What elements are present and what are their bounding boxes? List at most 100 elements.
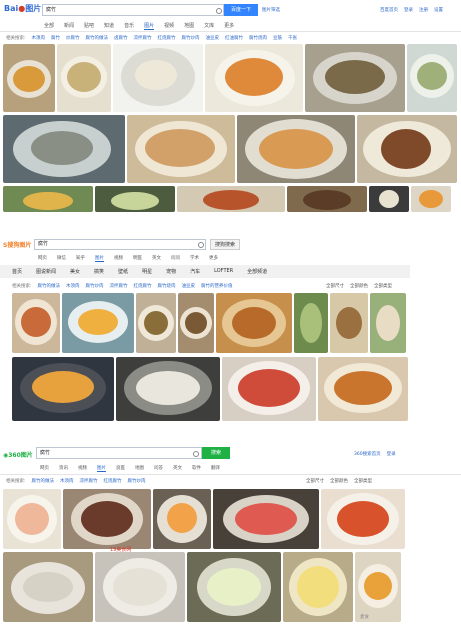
tab[interactable]: 全部: [44, 22, 54, 30]
tab[interactable]: 音乐: [124, 22, 134, 30]
camera-icon[interactable]: [198, 242, 204, 248]
image-result[interactable]: [113, 44, 203, 112]
tab[interactable]: 视频: [164, 22, 174, 30]
image-result[interactable]: [12, 357, 114, 421]
tab[interactable]: 更多: [224, 22, 234, 30]
category[interactable]: 汽车: [190, 268, 200, 275]
image-result[interactable]: [237, 115, 355, 183]
baidu-logo[interactable]: Bai●图片: [4, 3, 41, 14]
tab-images[interactable]: 图片: [95, 255, 104, 262]
category[interactable]: 宠物: [166, 268, 176, 275]
image-result[interactable]: [3, 552, 93, 622]
filter-dropdown[interactable]: 全部类型: [354, 478, 372, 484]
image-result[interactable]: [127, 115, 235, 183]
so360-logo[interactable]: ◉360图片: [3, 450, 33, 459]
tab[interactable]: 网页: [38, 255, 47, 262]
image-result[interactable]: [369, 186, 409, 212]
image-result[interactable]: [213, 489, 319, 549]
related-chip[interactable]: 木须肉: [60, 478, 74, 484]
tab[interactable]: 知乎: [76, 255, 85, 262]
so360-search-input[interactable]: 腐竹: [36, 447, 202, 459]
top-link[interactable]: 百度首页: [380, 7, 398, 13]
tab[interactable]: 明医: [133, 255, 142, 262]
category[interactable]: LOFTER: [214, 268, 233, 275]
image-result[interactable]: [287, 186, 367, 212]
image-result[interactable]: [222, 357, 316, 421]
related-chip[interactable]: 凉拌腐竹: [110, 283, 128, 289]
image-result[interactable]: [357, 115, 457, 183]
so360-search-button[interactable]: 搜索: [202, 447, 230, 459]
image-result[interactable]: [411, 186, 451, 212]
image-result[interactable]: [136, 293, 176, 353]
filter-dropdown[interactable]: 全部类型: [374, 283, 392, 289]
image-result[interactable]: [62, 293, 134, 353]
image-result[interactable]: [116, 357, 220, 421]
tab[interactable]: 视频: [78, 465, 87, 472]
related-chip[interactable]: 腐竹的做法: [38, 283, 61, 289]
sogou-search-input[interactable]: 腐竹: [34, 239, 206, 250]
tab[interactable]: 英文: [152, 255, 161, 262]
related-chip[interactable]: 腐竹的做法: [32, 478, 55, 484]
image-result[interactable]: [153, 489, 211, 549]
category[interactable]: 搞笑: [94, 268, 104, 275]
camera-icon[interactable]: [216, 8, 222, 14]
related-chip[interactable]: 炒腐竹: [66, 35, 80, 41]
related-chip[interactable]: 腐竹烧肉: [249, 35, 267, 41]
related-chip[interactable]: 凉拌腐竹: [134, 35, 152, 41]
top-link[interactable]: 登录: [387, 451, 396, 457]
category[interactable]: 壁纸: [118, 268, 128, 275]
related-chip[interactable]: 腐竹炒肉: [182, 35, 200, 41]
image-result[interactable]: [355, 552, 401, 622]
image-result[interactable]: [57, 44, 111, 112]
tab[interactable]: 视频: [114, 255, 123, 262]
tab[interactable]: 更多: [209, 255, 218, 262]
filter-dropdown[interactable]: 全部尺寸: [306, 478, 324, 484]
image-result[interactable]: [294, 293, 328, 353]
top-link[interactable]: 注册: [419, 7, 428, 13]
tab-images[interactable]: 图片: [97, 465, 106, 472]
image-result[interactable]: [305, 44, 405, 112]
baidu-search-input[interactable]: 腐竹: [42, 4, 224, 16]
related-chip[interactable]: 红烧腐竹: [104, 478, 122, 484]
related-chip[interactable]: 红烧腐竹: [158, 35, 176, 41]
tab[interactable]: 英文: [173, 465, 182, 472]
tab[interactable]: 良医: [116, 465, 125, 472]
related-chip[interactable]: 腐竹烧肉: [158, 283, 176, 289]
image-result[interactable]: [3, 115, 125, 183]
image-result[interactable]: [187, 552, 281, 622]
related-chip[interactable]: 油豆皮: [206, 35, 220, 41]
related-chip[interactable]: 腐竹的做法: [86, 35, 109, 41]
filter-dropdown[interactable]: 全部颜色: [350, 283, 368, 289]
tab[interactable]: 新闻: [64, 22, 74, 30]
category[interactable]: 图说新闻: [36, 268, 56, 275]
image-result[interactable]: [283, 552, 353, 622]
image-result[interactable]: [178, 293, 214, 353]
related-chip[interactable]: 腐竹炒肉: [86, 283, 104, 289]
image-result[interactable]: [216, 293, 292, 353]
image-result[interactable]: [63, 489, 151, 549]
category[interactable]: 首页: [12, 268, 22, 275]
tab[interactable]: 地图: [184, 22, 194, 30]
related-chip[interactable]: 木须肉: [66, 283, 80, 289]
top-link[interactable]: 登录: [404, 7, 413, 13]
tab[interactable]: 微信: [57, 255, 66, 262]
related-chip[interactable]: 腐竹炒肉: [128, 478, 146, 484]
sogou-logo[interactable]: S搜狗图片: [3, 240, 31, 249]
related-chip[interactable]: 卤腐竹: [114, 35, 128, 41]
image-result[interactable]: [318, 357, 408, 421]
related-chip[interactable]: 腐竹的营养价值: [201, 283, 233, 289]
tab-images[interactable]: 图片: [144, 22, 155, 30]
category[interactable]: 美女: [70, 268, 80, 275]
tab[interactable]: 网页: [40, 465, 49, 472]
related-chip[interactable]: 凉拌腐竹: [80, 478, 98, 484]
tab[interactable]: 资讯: [59, 465, 68, 472]
tab[interactable]: 问答: [154, 465, 163, 472]
related-chip[interactable]: 红油腐竹: [225, 35, 243, 41]
baidu-filter-link[interactable]: 图片筛选: [262, 7, 280, 13]
image-result[interactable]: [3, 186, 93, 212]
image-result[interactable]: [95, 552, 185, 622]
image-result[interactable]: [330, 293, 368, 353]
tab[interactable]: 翻译: [211, 465, 220, 472]
filter-dropdown[interactable]: 全部尺寸: [326, 283, 344, 289]
related-chip[interactable]: 红烧腐竹: [134, 283, 152, 289]
